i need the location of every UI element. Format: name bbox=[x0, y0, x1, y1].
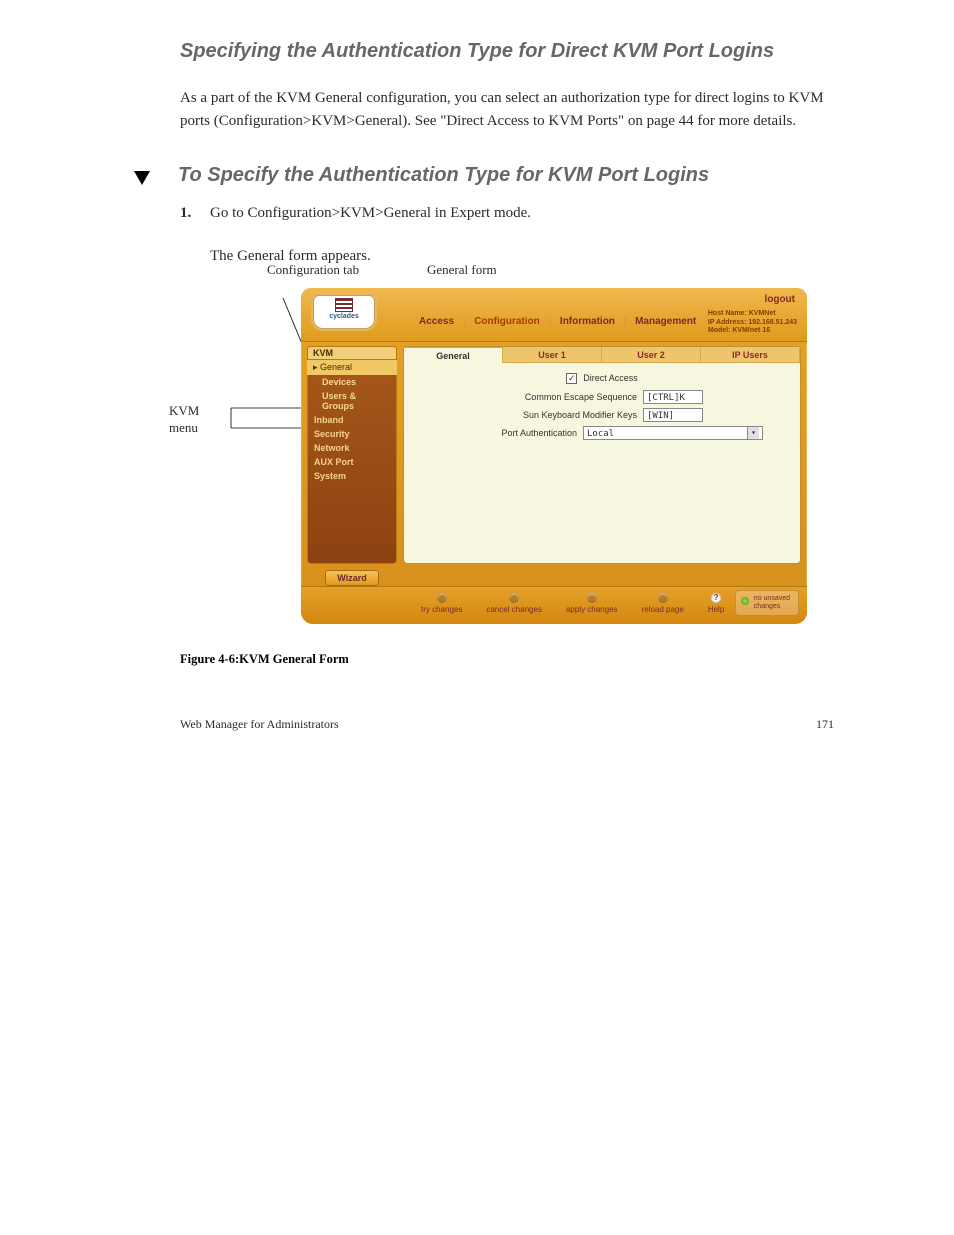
screenshot: cyclades logout Access | Configuration |… bbox=[301, 288, 807, 624]
logo: cyclades bbox=[313, 295, 375, 329]
chevron-down-icon: ▾ bbox=[747, 427, 759, 439]
logo-text: cyclades bbox=[314, 313, 374, 320]
reload-page-button[interactable]: reload page bbox=[642, 593, 684, 614]
top-nav: Access | Configuration | Information | M… bbox=[419, 316, 696, 327]
nav-access[interactable]: Access bbox=[419, 316, 454, 327]
sidebar-header-kvm[interactable]: KVM bbox=[307, 346, 397, 360]
sidebar-item-general[interactable]: ▸ General bbox=[307, 360, 397, 375]
callout-kvm-menu: KVM menu bbox=[169, 403, 229, 437]
escape-seq-field[interactable]: [CTRL]K bbox=[643, 390, 703, 404]
nav-sep: | bbox=[463, 316, 466, 327]
escape-seq-label: Common Escape Sequence bbox=[501, 392, 643, 402]
sidebar: KVM ▸ General Devices Users & Groups Inb… bbox=[307, 346, 397, 564]
try-changes-button[interactable]: try changes bbox=[421, 593, 462, 614]
callout-general-form: General form bbox=[427, 262, 497, 279]
step-text: Go to Configuration>KVM>General in Exper… bbox=[210, 201, 834, 225]
host-model: Model: KVM/net 16 bbox=[708, 327, 797, 336]
logo-mark-icon bbox=[335, 298, 353, 312]
dot-icon bbox=[658, 593, 668, 603]
screenshot-footer: try changes cancel changes apply changes… bbox=[301, 586, 807, 624]
figure-caption: Figure 4-6:KVM General Form bbox=[180, 652, 834, 667]
sidebar-item-inband[interactable]: Inband bbox=[308, 413, 396, 427]
intro-paragraph: As a part of the KVM General configurati… bbox=[180, 87, 834, 134]
content-panel: General User 1 User 2 IP Users ✓ Direct … bbox=[403, 346, 801, 564]
tab-user2[interactable]: User 2 bbox=[602, 347, 701, 363]
host-info: Host Name: KVMNet IP Address: 192.168.51… bbox=[708, 310, 797, 336]
host-name: Host Name: KVMNet bbox=[708, 310, 797, 319]
nav-management[interactable]: Management bbox=[635, 316, 696, 327]
port-auth-label: Port Authentication bbox=[441, 428, 583, 438]
dot-icon bbox=[437, 593, 447, 603]
cancel-changes-button[interactable]: cancel changes bbox=[486, 593, 542, 614]
callout-config-tab: Configuration tab bbox=[267, 262, 359, 279]
section-title: Specifying the Authentication Type for D… bbox=[180, 40, 834, 63]
dot-icon bbox=[509, 593, 519, 603]
procedure-marker-icon bbox=[134, 171, 150, 185]
dot-icon bbox=[587, 593, 597, 603]
sun-keys-label: Sun Keyboard Modifier Keys bbox=[501, 410, 643, 420]
port-auth-value: Local bbox=[587, 427, 614, 439]
tab-general[interactable]: General bbox=[404, 347, 503, 363]
footer-page-number: 171 bbox=[816, 717, 834, 732]
direct-access-checkbox[interactable]: ✓ bbox=[566, 373, 577, 384]
sidebar-item-security[interactable]: Security bbox=[308, 427, 396, 441]
nav-configuration[interactable]: Configuration bbox=[474, 316, 540, 327]
tab-user1[interactable]: User 1 bbox=[503, 347, 602, 363]
nav-sep: | bbox=[624, 316, 627, 327]
port-auth-select[interactable]: Local ▾ bbox=[583, 426, 763, 440]
step-number: 1. bbox=[180, 201, 210, 225]
wizard-button[interactable]: Wizard bbox=[325, 570, 379, 586]
step-1: 1. Go to Configuration>KVM>General in Ex… bbox=[180, 201, 834, 225]
help-icon: ? bbox=[711, 593, 721, 603]
sidebar-item-devices[interactable]: Devices bbox=[308, 375, 396, 389]
procedure-title: To Specify the Authentication Type for K… bbox=[178, 164, 709, 187]
content-tabs: General User 1 User 2 IP Users bbox=[404, 347, 800, 363]
sidebar-item-users-groups[interactable]: Users & Groups bbox=[308, 389, 396, 413]
screenshot-header: cyclades logout Access | Configuration |… bbox=[301, 288, 807, 342]
nav-sep: | bbox=[549, 316, 552, 327]
nav-information[interactable]: Information bbox=[560, 316, 615, 327]
wizard-area: Wizard bbox=[307, 570, 397, 586]
unsaved-indicator: no unsaved changes bbox=[735, 590, 799, 615]
tab-ipusers[interactable]: IP Users bbox=[701, 347, 800, 363]
footer-left: Web Manager for Administrators bbox=[180, 717, 339, 732]
sidebar-item-system[interactable]: System bbox=[308, 469, 396, 483]
sidebar-item-auxport[interactable]: AUX Port bbox=[308, 455, 396, 469]
direct-access-label: Direct Access bbox=[583, 373, 638, 383]
sun-keys-field[interactable]: [WIN] bbox=[643, 408, 703, 422]
sidebar-item-network[interactable]: Network bbox=[308, 441, 396, 455]
apply-changes-button[interactable]: apply changes bbox=[566, 593, 618, 614]
help-button[interactable]: ? Help bbox=[708, 593, 724, 614]
host-ip: IP Address: 192.168.51.243 bbox=[708, 319, 797, 328]
logout-link[interactable]: logout bbox=[764, 294, 795, 305]
